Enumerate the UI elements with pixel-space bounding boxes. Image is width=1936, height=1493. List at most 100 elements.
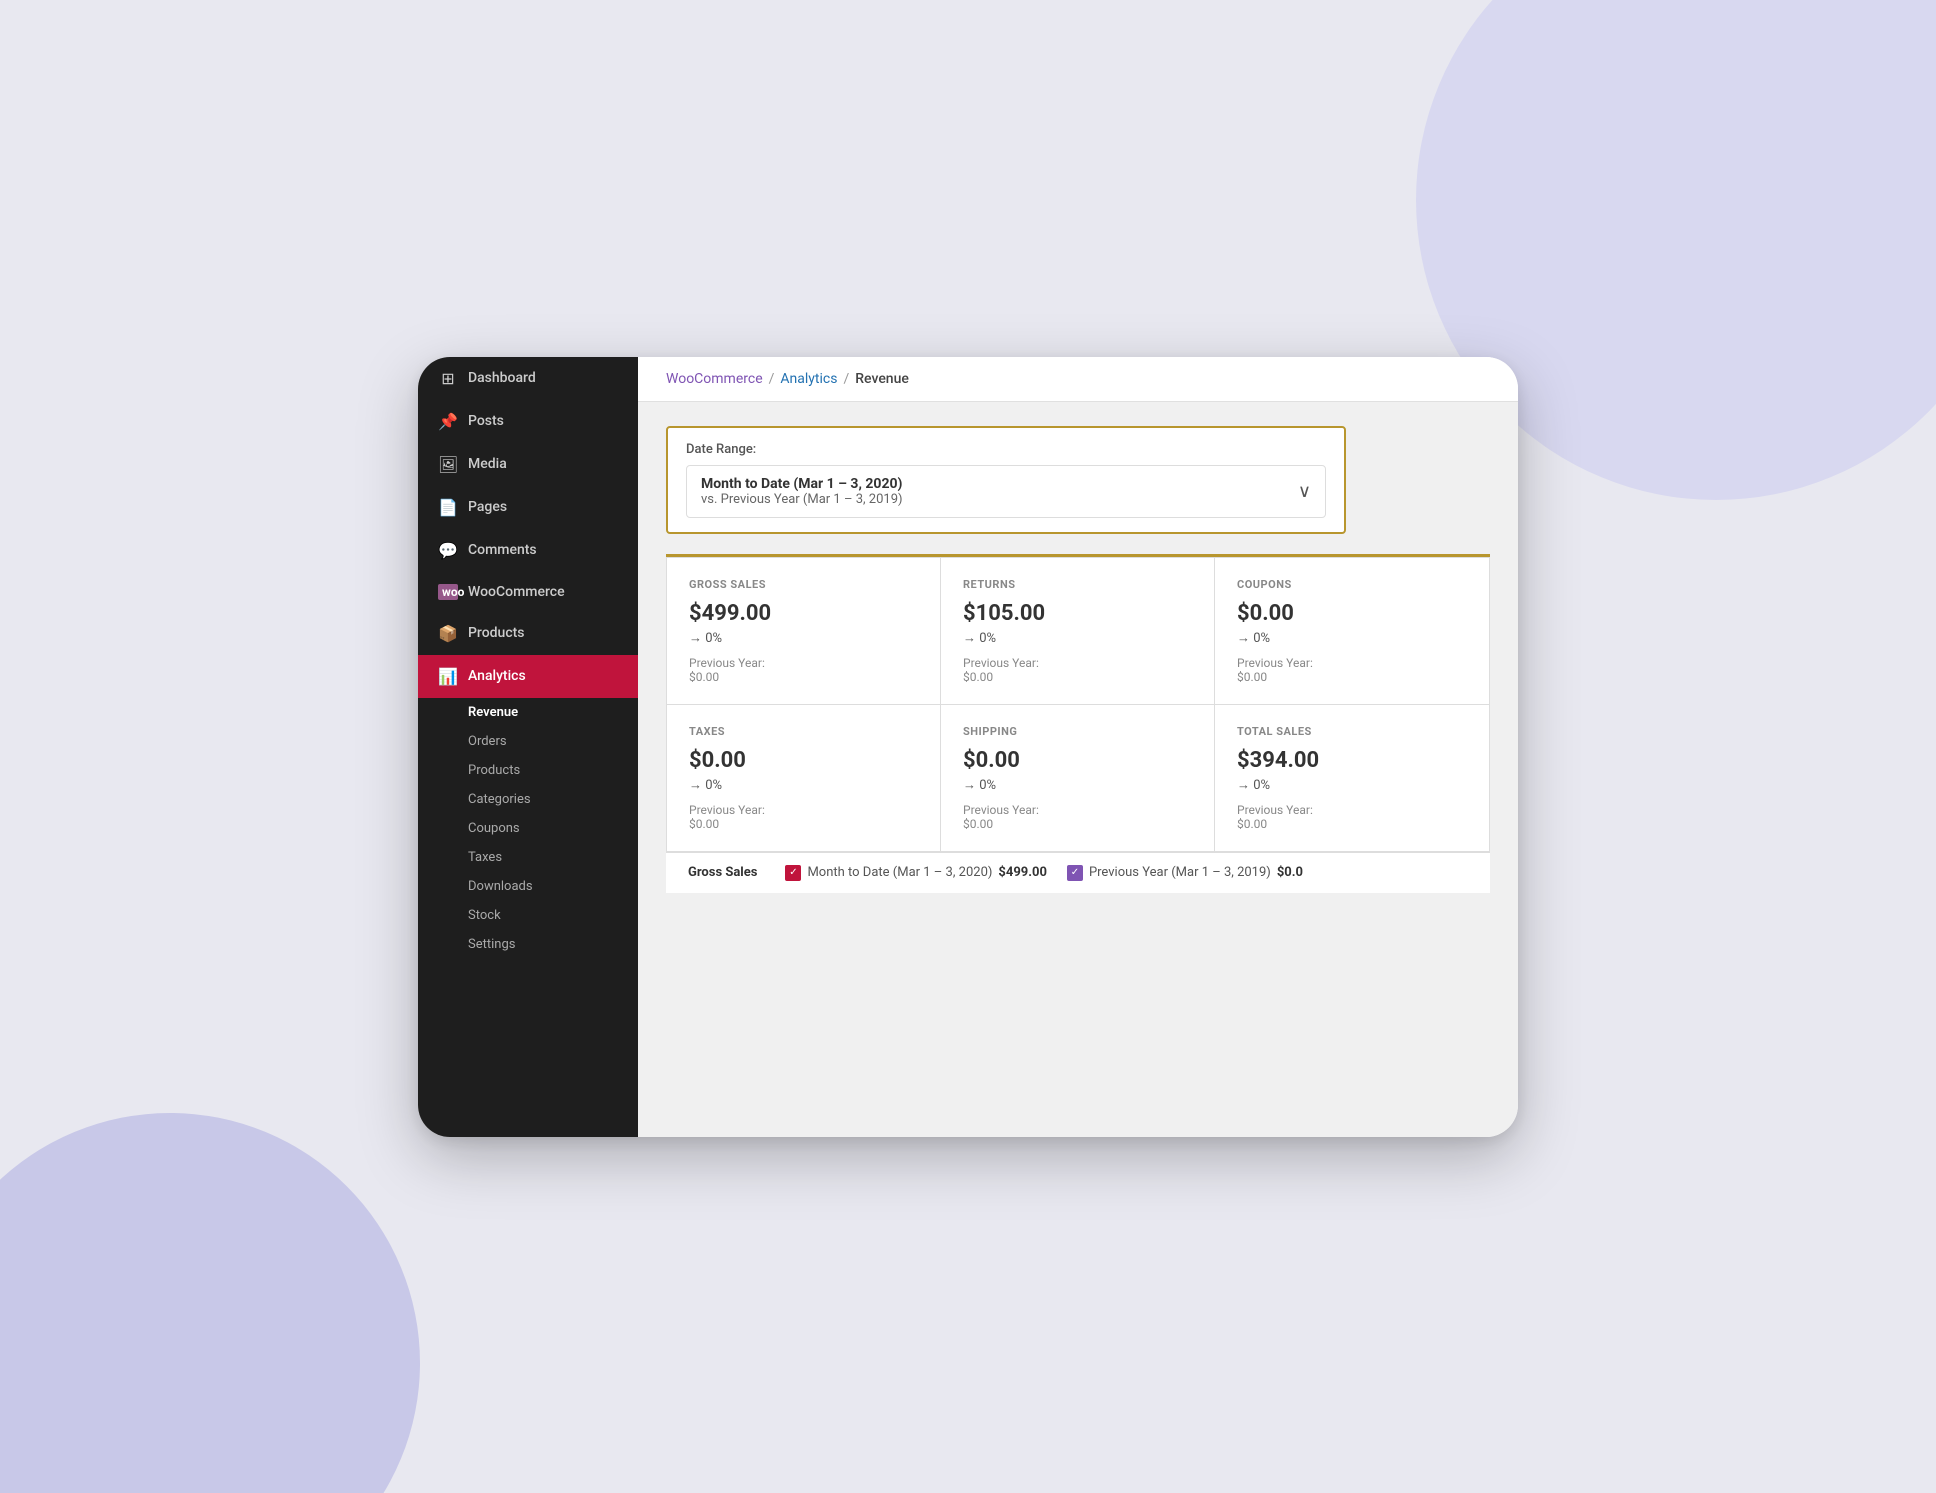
stat-value-total-sales: $394.00: [1237, 748, 1467, 773]
stat-value-coupons: $0.00: [1237, 601, 1467, 626]
woocommerce-icon: woo: [438, 584, 458, 600]
legend-bar: Gross Sales ✓ Month to Date (Mar 1 – 3, …: [666, 852, 1490, 893]
legend-text-prev-year: Previous Year (Mar 1 – 3, 2019): [1089, 865, 1271, 880]
submenu-item-settings[interactable]: Settings: [418, 930, 638, 959]
stat-prev-label-gross-sales: Previous Year:: [689, 656, 918, 670]
stat-prev-value-shipping: $0.00: [963, 817, 1192, 831]
stat-prev-value-taxes: $0.00: [689, 817, 918, 831]
date-range-main: Month to Date (Mar 1 – 3, 2020): [701, 476, 903, 492]
date-range-selector[interactable]: Month to Date (Mar 1 – 3, 2020) vs. Prev…: [686, 465, 1326, 518]
sidebar-label-woocommerce: WooCommerce: [468, 584, 565, 600]
submenu-item-taxes[interactable]: Taxes: [418, 843, 638, 872]
legend-checkbox-mtd[interactable]: ✓: [785, 865, 801, 881]
stats-wrapper: GROSS SALES $499.00 → 0% Previous Year: …: [666, 554, 1490, 893]
comments-icon: 💬: [438, 541, 458, 560]
legend-checkbox-prev-year[interactable]: ✓: [1067, 865, 1083, 881]
stat-card-shipping: SHIPPING $0.00 → 0% Previous Year: $0.00: [941, 705, 1215, 851]
breadcrumb-sep-1: /: [769, 371, 775, 387]
stats-grid: GROSS SALES $499.00 → 0% Previous Year: …: [666, 557, 1490, 852]
stat-prev-value-total-sales: $0.00: [1237, 817, 1467, 831]
sidebar-item-analytics[interactable]: 📊 Analytics: [418, 655, 638, 698]
stat-card-total-sales: TOTAL SALES $394.00 → 0% Previous Year: …: [1215, 705, 1489, 851]
stat-change-returns: → 0%: [963, 630, 1192, 646]
stat-label-shipping: SHIPPING: [963, 725, 1192, 738]
pages-icon: 📄: [438, 498, 458, 517]
stat-value-taxes: $0.00: [689, 748, 918, 773]
sidebar-item-posts[interactable]: 📌 Posts: [418, 400, 638, 443]
sidebar-item-pages[interactable]: 📄 Pages: [418, 486, 638, 529]
stat-value-returns: $105.00: [963, 601, 1192, 626]
stat-change-taxes: → 0%: [689, 777, 918, 793]
stat-change-total-sales: → 0%: [1237, 777, 1467, 793]
sidebar-label-products: Products: [468, 625, 525, 641]
sidebar-label-dashboard: Dashboard: [468, 370, 536, 386]
stat-card-coupons: COUPONS $0.00 → 0% Previous Year: $0.00: [1215, 558, 1489, 705]
submenu-item-products[interactable]: Products: [418, 756, 638, 785]
stat-change-coupons: → 0%: [1237, 630, 1467, 646]
breadcrumb-analytics[interactable]: Analytics: [780, 371, 837, 387]
products-icon: 📦: [438, 624, 458, 643]
stat-card-taxes: TAXES $0.00 → 0% Previous Year: $0.00: [667, 705, 941, 851]
sidebar-label-pages: Pages: [468, 499, 507, 515]
chevron-down-icon: ∨: [1298, 481, 1311, 502]
stat-label-returns: RETURNS: [963, 578, 1192, 591]
breadcrumb-woocommerce[interactable]: WooCommerce: [666, 371, 763, 387]
submenu-item-stock[interactable]: Stock: [418, 901, 638, 930]
submenu-item-revenue[interactable]: Revenue: [418, 698, 638, 727]
legend-text-mtd: Month to Date (Mar 1 – 3, 2020): [807, 865, 992, 880]
device-frame: ⊞ Dashboard 📌 Posts 🖼 Media 📄 Pages 💬 Co…: [418, 357, 1518, 1137]
submenu-item-downloads[interactable]: Downloads: [418, 872, 638, 901]
stat-prev-label-taxes: Previous Year:: [689, 803, 918, 817]
legend-value-prev-year: $0.0: [1277, 865, 1303, 880]
sidebar-item-dashboard[interactable]: ⊞ Dashboard: [418, 357, 638, 400]
stat-card-returns: RETURNS $105.00 → 0% Previous Year: $0.0…: [941, 558, 1215, 705]
stat-change-shipping: → 0%: [963, 777, 1192, 793]
legend-item-prev-year: ✓ Previous Year (Mar 1 – 3, 2019) $0.0: [1067, 865, 1303, 881]
top-bar: WooCommerce / Analytics / Revenue: [638, 357, 1518, 402]
sidebar-label-media: Media: [468, 456, 507, 472]
stat-prev-value-returns: $0.00: [963, 670, 1192, 684]
stat-value-shipping: $0.00: [963, 748, 1192, 773]
dashboard-icon: ⊞: [438, 369, 458, 388]
media-icon: 🖼: [438, 455, 458, 474]
legend-item-mtd: ✓ Month to Date (Mar 1 – 3, 2020) $499.0…: [785, 865, 1046, 881]
legend-value-mtd: $499.00: [998, 865, 1047, 880]
date-range-sub: vs. Previous Year (Mar 1 – 3, 2019): [701, 492, 903, 507]
posts-icon: 📌: [438, 412, 458, 431]
submenu-item-categories[interactable]: Categories: [418, 785, 638, 814]
sidebar-item-woocommerce[interactable]: woo WooCommerce: [418, 572, 638, 612]
date-range-label: Date Range:: [686, 442, 1326, 457]
analytics-icon: 📊: [438, 667, 458, 686]
stat-card-gross-sales: GROSS SALES $499.00 → 0% Previous Year: …: [667, 558, 941, 705]
stat-prev-label-coupons: Previous Year:: [1237, 656, 1467, 670]
date-range-text: Month to Date (Mar 1 – 3, 2020) vs. Prev…: [701, 476, 903, 507]
stat-label-gross-sales: GROSS SALES: [689, 578, 918, 591]
stat-value-gross-sales: $499.00: [689, 601, 918, 626]
legend-title: Gross Sales: [688, 865, 757, 880]
sidebar-label-analytics: Analytics: [468, 668, 526, 684]
stat-label-total-sales: TOTAL SALES: [1237, 725, 1467, 738]
sidebar-item-media[interactable]: 🖼 Media: [418, 443, 638, 486]
stat-change-gross-sales: → 0%: [689, 630, 918, 646]
background-circle-bottom: [0, 1113, 420, 1493]
stat-prev-label-returns: Previous Year:: [963, 656, 1192, 670]
sidebar-item-comments[interactable]: 💬 Comments: [418, 529, 638, 572]
sidebar: ⊞ Dashboard 📌 Posts 🖼 Media 📄 Pages 💬 Co…: [418, 357, 638, 1137]
sidebar-item-products[interactable]: 📦 Products: [418, 612, 638, 655]
stat-label-coupons: COUPONS: [1237, 578, 1467, 591]
stat-prev-label-total-sales: Previous Year:: [1237, 803, 1467, 817]
breadcrumb-sep-2: /: [843, 371, 849, 387]
sidebar-label-comments: Comments: [468, 542, 537, 558]
breadcrumb-current: Revenue: [855, 371, 909, 387]
stat-prev-label-shipping: Previous Year:: [963, 803, 1192, 817]
date-range-box: Date Range: Month to Date (Mar 1 – 3, 20…: [666, 426, 1346, 534]
submenu-item-coupons[interactable]: Coupons: [418, 814, 638, 843]
submenu-item-orders[interactable]: Orders: [418, 727, 638, 756]
stat-prev-value-coupons: $0.00: [1237, 670, 1467, 684]
content-area: Date Range: Month to Date (Mar 1 – 3, 20…: [638, 402, 1518, 1137]
sidebar-label-posts: Posts: [468, 413, 504, 429]
breadcrumb: WooCommerce / Analytics / Revenue: [666, 371, 1490, 387]
stat-label-taxes: TAXES: [689, 725, 918, 738]
stat-prev-value-gross-sales: $0.00: [689, 670, 918, 684]
main-content: WooCommerce / Analytics / Revenue Date R…: [638, 357, 1518, 1137]
